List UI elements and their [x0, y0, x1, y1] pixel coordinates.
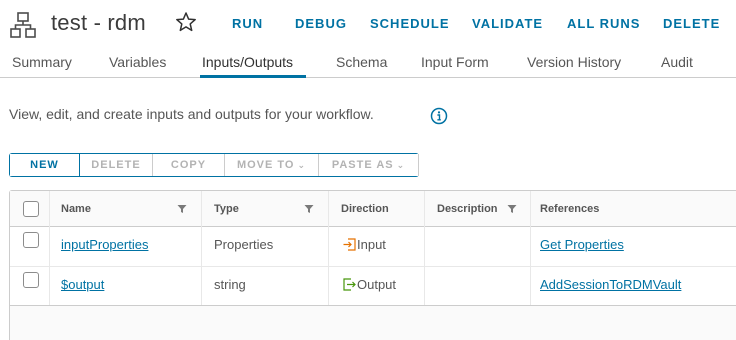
tab-summary[interactable]: Summary — [12, 54, 72, 70]
chevron-down-icon: ⌄ — [297, 159, 307, 170]
active-tab-indicator — [200, 75, 306, 78]
input-direction-icon — [343, 238, 356, 251]
variable-type: Properties — [214, 237, 274, 252]
tab-input-form[interactable]: Input Form — [421, 54, 489, 70]
direction-cell: Input — [343, 237, 386, 252]
grid-footer — [10, 305, 736, 340]
delete-button[interactable]: DELETE — [80, 154, 153, 176]
tab-schema[interactable]: Schema — [336, 54, 387, 70]
page-description: View, edit, and create inputs and output… — [9, 106, 374, 122]
tab-bar: Summary Variables Inputs/Outputs Schema … — [0, 48, 736, 78]
reference-link[interactable]: AddSessionToRDMVault — [540, 277, 681, 292]
filter-icon[interactable] — [507, 204, 517, 214]
column-header-references[interactable]: References — [540, 203, 599, 215]
workflow-header: test - rdm RUN DEBUG SCHEDULE VALIDATE A… — [0, 0, 736, 48]
run-button[interactable]: RUN — [232, 16, 263, 31]
column-header-description[interactable]: Description — [437, 203, 498, 215]
variable-type: string — [214, 277, 246, 292]
reference-link[interactable]: Get Properties — [540, 237, 624, 252]
chevron-down-icon: ⌄ — [396, 159, 406, 170]
filter-icon[interactable] — [177, 204, 187, 214]
favorite-star-icon[interactable] — [175, 11, 197, 33]
tab-version-history[interactable]: Version History — [527, 54, 621, 70]
info-icon[interactable] — [430, 107, 448, 125]
table-row[interactable]: inputProperties Properties Input Get Pro… — [10, 227, 736, 267]
select-all-checkbox[interactable] — [23, 201, 39, 217]
paste-as-label: PASTE AS — [331, 159, 394, 171]
new-button[interactable]: NEW — [10, 154, 80, 176]
delete-workflow-button[interactable]: DELETE — [663, 16, 720, 31]
inputs-outputs-grid: Name Type Direction Description Referenc… — [9, 190, 736, 340]
move-to-button[interactable]: MOVE TO ⌄ — [225, 154, 319, 176]
debug-button[interactable]: DEBUG — [295, 16, 347, 31]
direction-label: Input — [357, 237, 386, 252]
variable-name-link[interactable]: inputProperties — [61, 237, 148, 252]
tab-variables[interactable]: Variables — [109, 54, 166, 70]
output-direction-icon — [343, 278, 356, 291]
schedule-button[interactable]: SCHEDULE — [370, 16, 450, 31]
workflow-icon — [10, 12, 36, 38]
column-header-type[interactable]: Type — [214, 203, 239, 215]
grid-toolbar: NEW DELETE COPY MOVE TO ⌄ PASTE AS ⌄ — [9, 153, 419, 177]
all-runs-button[interactable]: ALL RUNS — [567, 16, 640, 31]
validate-button[interactable]: VALIDATE — [472, 16, 543, 31]
column-header-direction[interactable]: Direction — [341, 203, 389, 215]
tab-audit[interactable]: Audit — [661, 54, 693, 70]
copy-button[interactable]: COPY — [153, 154, 225, 176]
direction-label: Output — [357, 277, 397, 292]
filter-icon[interactable] — [304, 204, 314, 214]
workflow-title: test - rdm — [51, 10, 146, 35]
column-header-name[interactable]: Name — [61, 203, 91, 215]
table-row[interactable]: $output string Output AddSessionToRDMVau… — [10, 267, 736, 307]
move-to-label: MOVE TO — [236, 159, 295, 171]
row-checkbox[interactable] — [23, 272, 39, 288]
direction-cell: Output — [343, 277, 396, 292]
tab-inputs-outputs[interactable]: Inputs/Outputs — [202, 54, 293, 70]
paste-as-button[interactable]: PASTE AS ⌄ — [319, 154, 419, 176]
grid-header: Name Type Direction Description Referenc… — [10, 191, 736, 227]
row-checkbox[interactable] — [23, 232, 39, 248]
variable-name-link[interactable]: $output — [61, 277, 104, 292]
